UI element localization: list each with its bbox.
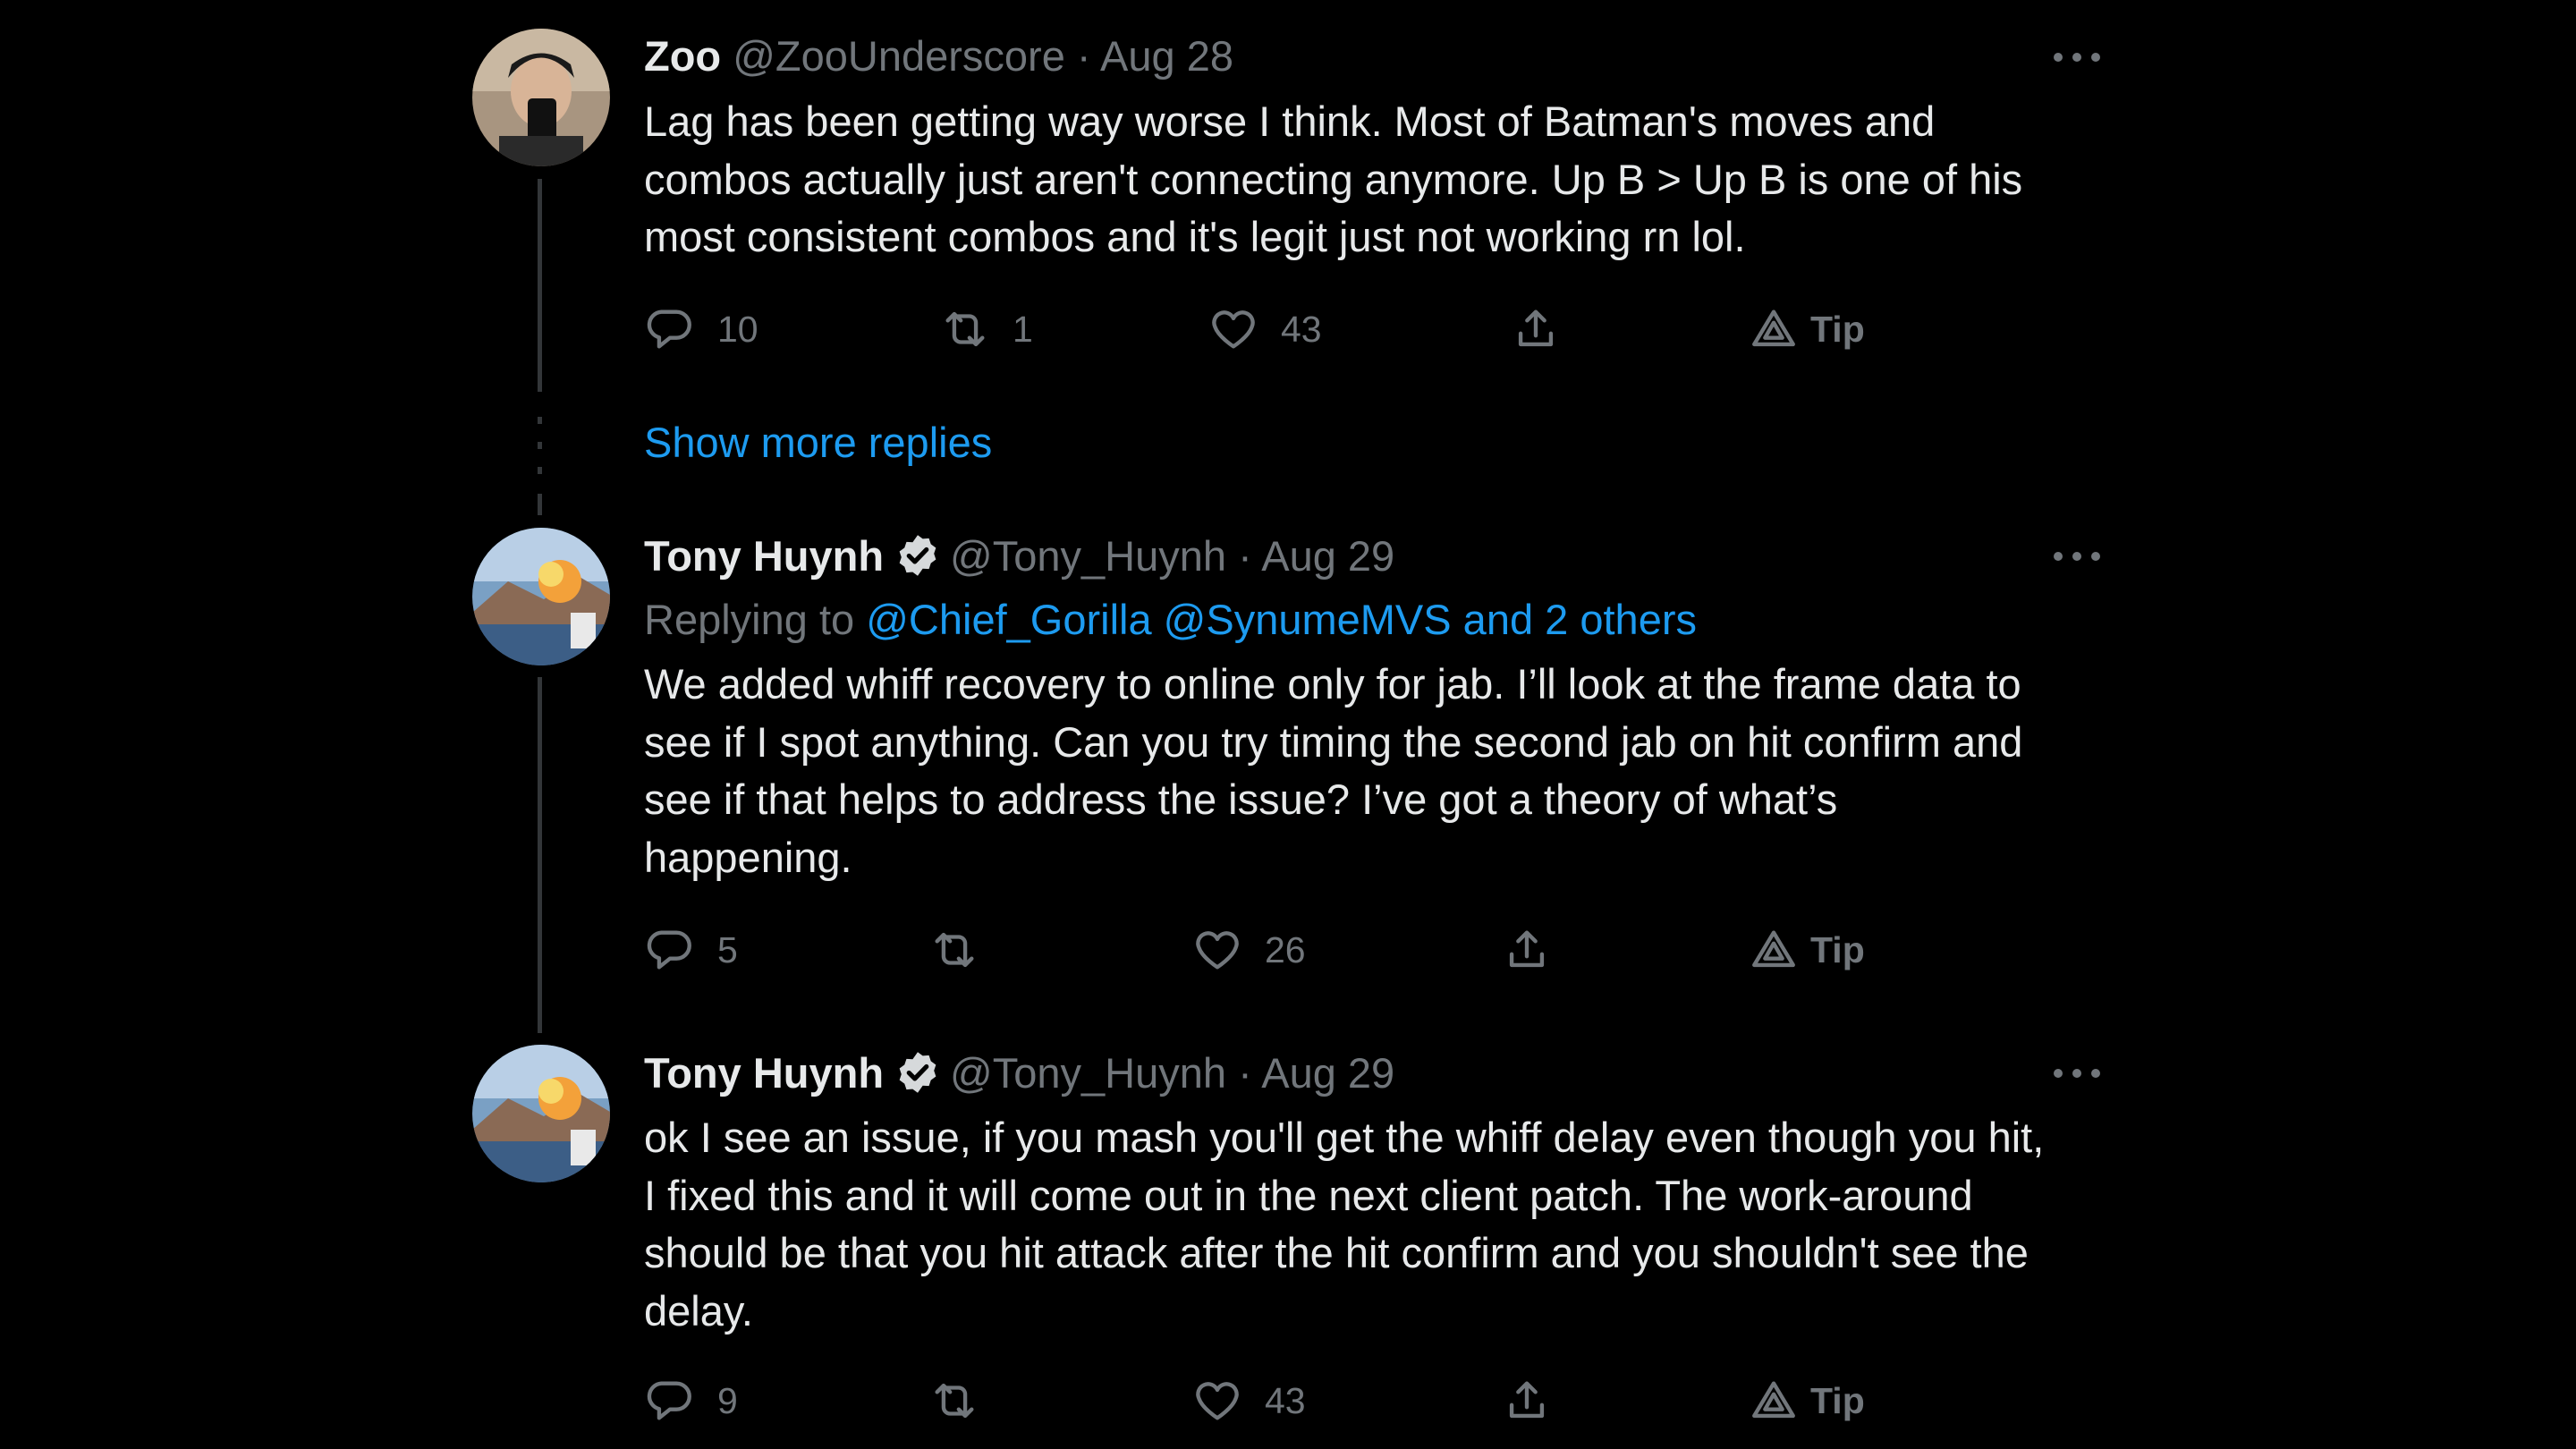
retweet-button[interactable]	[928, 1374, 1002, 1428]
verified-badge-icon	[899, 535, 936, 576]
heart-icon	[1196, 1382, 1239, 1420]
reply-button[interactable]: 9	[644, 1374, 738, 1428]
tweet-date[interactable]: Aug 29	[1261, 1049, 1394, 1097]
display-name[interactable]: Tony Huynh	[644, 1049, 884, 1097]
thread-dot	[538, 417, 542, 424]
tweet-actions: 10 1 43 Tip	[644, 302, 1896, 356]
retweet-count: 1	[1013, 308, 1033, 350]
share-button[interactable]	[1501, 923, 1553, 977]
like-button[interactable]: 43	[1208, 302, 1322, 356]
like-button[interactable]: 43	[1191, 1374, 1306, 1428]
heart-icon	[1196, 931, 1239, 970]
replying-mentions-link[interactable]: @Chief_Gorilla @SynumeMVS and 2 others	[866, 596, 1697, 643]
tweet-actions: 5 26 Tip	[644, 923, 1896, 977]
retweet-icon	[945, 311, 985, 347]
more-options-icon[interactable]	[2054, 1064, 2100, 1082]
like-count: 43	[1281, 308, 1322, 350]
retweet-button[interactable]	[928, 923, 1002, 977]
avatar-image	[472, 528, 610, 665]
tweet-header: Tony Huynh @Tony_Huynh · Aug 29	[644, 1046, 1394, 1100]
reply-icon	[647, 309, 691, 349]
separator: ·	[1238, 1049, 1252, 1097]
tip-icon	[1752, 309, 1795, 347]
retweet-icon	[935, 1383, 974, 1419]
like-count: 43	[1265, 1379, 1306, 1421]
like-count: 26	[1265, 928, 1306, 970]
more-options-icon[interactable]	[2054, 48, 2100, 66]
thread-dot	[538, 467, 542, 474]
retweet-button[interactable]: 1	[939, 302, 1033, 356]
user-handle[interactable]: @ZooUnderscore	[733, 32, 1065, 80]
reply-icon	[647, 1381, 691, 1420]
thread-line-1	[538, 179, 542, 392]
user-handle[interactable]: @Tony_Huynh	[950, 532, 1226, 580]
separator: ·	[1076, 32, 1091, 80]
heart-icon	[1212, 310, 1255, 349]
avatar[interactable]	[472, 528, 610, 665]
replying-to: Replying to @Chief_Gorilla @SynumeMVS an…	[644, 593, 1697, 647]
like-button[interactable]: 26	[1191, 923, 1306, 977]
share-button[interactable]	[1510, 302, 1562, 356]
tweet-date[interactable]: Aug 28	[1100, 32, 1233, 80]
more-options-icon[interactable]	[2054, 547, 2100, 565]
user-handle[interactable]: @Tony_Huynh	[950, 1049, 1226, 1097]
tweet-header: Zoo @ZooUnderscore · Aug 28	[644, 30, 1233, 83]
show-more-replies-link[interactable]: Show more replies	[644, 416, 992, 470]
reply-count: 10	[717, 308, 758, 350]
tip-button[interactable]: Tip	[1748, 923, 1865, 977]
tip-label: Tip	[1810, 928, 1865, 970]
tweet-text: ok I see an issue, if you mash you'll ge…	[644, 1114, 2045, 1335]
thread-dot	[538, 442, 542, 449]
replying-prefix: Replying to	[644, 596, 855, 643]
verified-badge-icon	[899, 1052, 936, 1093]
reply-button[interactable]: 5	[644, 923, 738, 977]
display-name[interactable]: Tony Huynh	[644, 532, 884, 580]
reply-icon	[647, 930, 691, 970]
avatar[interactable]	[472, 29, 610, 166]
tweet-date[interactable]: Aug 29	[1261, 532, 1394, 580]
reply-button[interactable]: 10	[644, 302, 758, 356]
share-icon	[1509, 1381, 1545, 1419]
avatar-image	[472, 1045, 610, 1182]
thread-line-2	[538, 494, 542, 515]
tip-label: Tip	[1810, 1379, 1865, 1421]
share-button[interactable]	[1501, 1374, 1553, 1428]
share-icon	[1509, 930, 1545, 968]
tweet-text: We added whiff recovery to online only f…	[644, 660, 2023, 881]
tip-label: Tip	[1810, 308, 1865, 350]
avatar-image	[472, 29, 610, 166]
avatar[interactable]	[472, 1045, 610, 1182]
retweet-icon	[935, 932, 974, 968]
tip-button[interactable]: Tip	[1748, 302, 1865, 356]
tweet-text: Lag has been getting way worse I think. …	[644, 97, 2023, 260]
display-name[interactable]: Zoo	[644, 32, 721, 80]
tweet-actions: 9 43 Tip	[644, 1374, 1896, 1428]
tip-icon	[1752, 1381, 1795, 1419]
separator: ·	[1238, 532, 1252, 580]
reply-count: 9	[717, 1379, 738, 1421]
share-icon	[1518, 309, 1554, 347]
tweet-header: Tony Huynh @Tony_Huynh · Aug 29	[644, 530, 1394, 583]
tip-icon	[1752, 930, 1795, 968]
tip-button[interactable]: Tip	[1748, 1374, 1865, 1428]
thread-line-3	[538, 677, 542, 1033]
reply-count: 5	[717, 928, 738, 970]
